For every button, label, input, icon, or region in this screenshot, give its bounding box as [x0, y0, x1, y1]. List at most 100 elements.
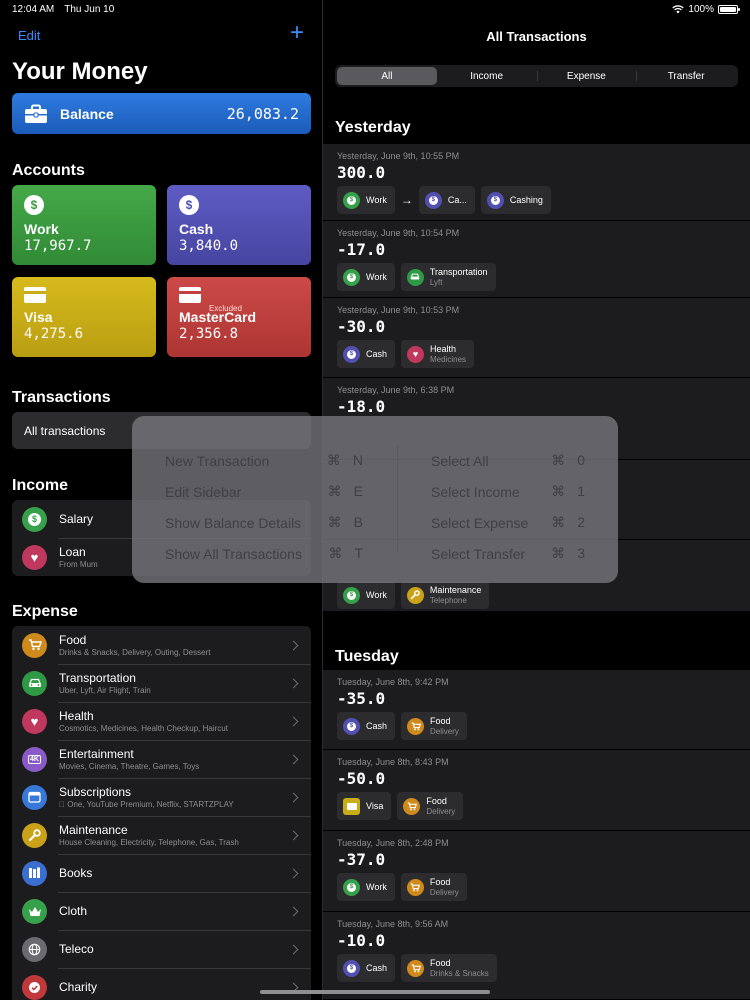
account-name: Visa [24, 309, 53, 325]
category-chip: Maintenance Telephone [400, 581, 490, 609]
command-key-icon: ⌘ [551, 514, 566, 530]
dollar-icon: $ [343, 717, 360, 735]
transaction-date: Yesterday, June 9th, 10:53 PM [337, 305, 460, 315]
shortcut-label: Select Transfer [431, 545, 526, 562]
cart-icon [407, 959, 425, 977]
transaction-amount: -35.0 [337, 689, 386, 708]
command-key-icon: ⌘ [326, 452, 341, 468]
heart-icon: ♥ [407, 345, 425, 363]
sidebar-item-teleco[interactable]: Teleco [12, 930, 311, 968]
keyboard-shortcuts-overlay: New Transaction ⌘ N Edit Sidebar ⌘ E Show Ba… [132, 416, 618, 583]
transaction-row[interactable]: Yesterday, June 9th, 10:54 PM -17.0 $ Wor… [323, 221, 750, 298]
chip-label: Food [426, 796, 447, 807]
sidebar-item-health[interactable]: ♥ Health Cosmotics, Medicines, Health Che… [12, 702, 311, 740]
battery-icon [718, 5, 740, 14]
category-chip: Food Delivery [401, 712, 467, 740]
expense-header: Expense [12, 603, 78, 620]
transaction-row[interactable]: Tuesday, June 8th, 9:56 AM -10.0 $ Cash F… [323, 912, 750, 1000]
chip-label: Visa [366, 800, 384, 811]
segment-all[interactable]: All [337, 67, 437, 85]
sidebar-item-transportation[interactable]: Transportation Uber, Lyft, Air Flight, Tr… [12, 664, 311, 702]
shortcut-select-expense[interactable]: Select Expense ⌘ 2 [431, 507, 585, 538]
panel-title: All Transactions [486, 29, 587, 44]
sidebar-item-charity[interactable]: Charity [12, 968, 311, 1000]
chip-label: Food [430, 958, 451, 969]
chip-label: Food [429, 877, 451, 888]
account-value: 4,275.6 [24, 326, 84, 342]
sidebar-item-label: Transportation [59, 671, 136, 685]
segment-expense[interactable]: Expense [536, 67, 637, 85]
shortcut-label: Edit Sidebar [165, 483, 242, 500]
heart-icon: ♥ [22, 708, 47, 734]
shortcut-key: E [353, 483, 363, 499]
sidebar-item-label: Maintenance [59, 823, 128, 837]
segment-income[interactable]: Income [437, 67, 537, 85]
sidebar-item-label: Entertainment [59, 747, 134, 761]
sidebar-item-entertainment[interactable]: 4K Entertainment Movies, Cinema, Theatre,… [12, 740, 311, 778]
command-key-icon: ⌘ [551, 452, 566, 468]
shortcut-select-income[interactable]: Select Income ⌘ 1 [431, 476, 585, 507]
edit-button[interactable]: Edit [18, 28, 40, 43]
credit-card-icon [24, 287, 46, 303]
sidebar-item-maintenance[interactable]: Maintenance House Cleaning, Electricity, … [12, 816, 311, 854]
arrow-right-icon: → [400, 193, 413, 207]
shortcut-select-all[interactable]: Select All ⌘ 0 [431, 445, 585, 476]
shortcut-key: 0 [577, 452, 585, 468]
sidebar-item-label: Teleco [59, 942, 94, 956]
add-button[interactable]: + [290, 21, 304, 45]
heart-icon: ♥ [22, 544, 47, 570]
shortcut-key: 3 [577, 545, 585, 561]
transaction-row[interactable]: Yesterday, June 9th, 10:55 PM 300.0 $ Wor… [323, 144, 750, 221]
sidebar-item-subtitle: Movies, Cinema, Theatre, Games, Toys [59, 762, 200, 771]
cart-icon [406, 878, 424, 896]
shortcut-show-all-transactions[interactable]: Show All Transactions ⌘ T [165, 538, 363, 569]
chevron-right-icon [288, 792, 299, 802]
account-chip: $ Work [337, 581, 395, 609]
sidebar-item-label: Health [59, 709, 94, 723]
shortcut-key: B [353, 514, 363, 530]
sidebar-item-subtitle: Cosmotics, Medicines, Health Checkup, Ha… [59, 724, 228, 733]
shortcut-show-balance-details[interactable]: Show Balance Details ⌘ B [165, 507, 363, 538]
chip-label: Cashing [509, 194, 543, 205]
account-card-mastercard[interactable]: Excluded MasterCard 2,356.8 [167, 277, 311, 357]
income-header: Income [12, 477, 69, 494]
shortcut-select-transfer[interactable]: Select Transfer ⌘ 3 [431, 538, 585, 569]
cart-icon [403, 797, 421, 815]
account-card-work[interactable]: $ Work 17,967.7 [12, 185, 156, 265]
sidebar-item-subtitle: Uber, Lyft, Air Flight, Train [59, 686, 151, 695]
sidebar-item-cloth[interactable]: Cloth [12, 892, 311, 930]
chip-sublabel: Delivery [426, 806, 456, 816]
transaction-date: Yesterday, June 9th, 10:55 PM [337, 151, 460, 161]
balance-card[interactable]: Balance 26,083.2 [12, 93, 311, 134]
sidebar-item-books[interactable]: Books [12, 854, 311, 892]
account-card-visa[interactable]: Visa 4,275.6 [12, 277, 156, 357]
chip-sublabel: Lyft [429, 277, 443, 287]
transaction-row[interactable]: Tuesday, June 8th, 9:42 PM -35.0 $ Cash F… [323, 670, 750, 750]
shortcut-new-transaction[interactable]: New Transaction ⌘ N [165, 445, 363, 476]
transaction-row[interactable]: Tuesday, June 8th, 2:48 PM -37.0 $ Work F… [323, 831, 750, 912]
chip-sublabel: Delivery [429, 887, 459, 897]
command-key-icon: ⌘ [327, 514, 342, 530]
transaction-amount: -50.0 [337, 769, 386, 788]
sidebar-item-label: Food [59, 633, 87, 647]
shortcut-edit-sidebar[interactable]: Edit Sidebar ⌘ E [165, 476, 363, 507]
chip-label: Work [366, 194, 387, 205]
sidebar-item-label: Books [59, 866, 93, 880]
chip-label: Cash [366, 720, 388, 731]
credit-card-icon [179, 287, 201, 303]
account-chip: $ Cash [337, 712, 396, 740]
chip-sublabel: Telephone [429, 595, 467, 605]
chevron-right-icon [288, 906, 299, 916]
segment-transfer[interactable]: Transfer [636, 67, 736, 85]
sidebar-item-subscriptions[interactable]: Subscriptions One, YouTube Premium, Net… [12, 778, 311, 816]
sidebar-item-food[interactable]: Food Drinks & Snacks, Delivery, Outing, D… [12, 626, 311, 664]
chip-label: Maintenance [429, 585, 482, 596]
transaction-amount: -30.0 [337, 317, 386, 336]
category-chip: Food Delivery [397, 792, 464, 820]
home-indicator[interactable] [260, 990, 490, 994]
balance-label: Balance [60, 105, 114, 122]
transaction-row[interactable]: Tuesday, June 8th, 8:43 PM -50.0 Visa Fo… [323, 750, 750, 831]
account-card-cash[interactable]: $ Cash 3,840.0 [167, 185, 311, 265]
sidebar-item-subtitle: Drinks & Snacks, Delivery, Outing, Desse… [59, 648, 211, 657]
transaction-row[interactable]: Yesterday, June 9th, 10:53 PM -30.0 $ Cas… [323, 298, 750, 378]
